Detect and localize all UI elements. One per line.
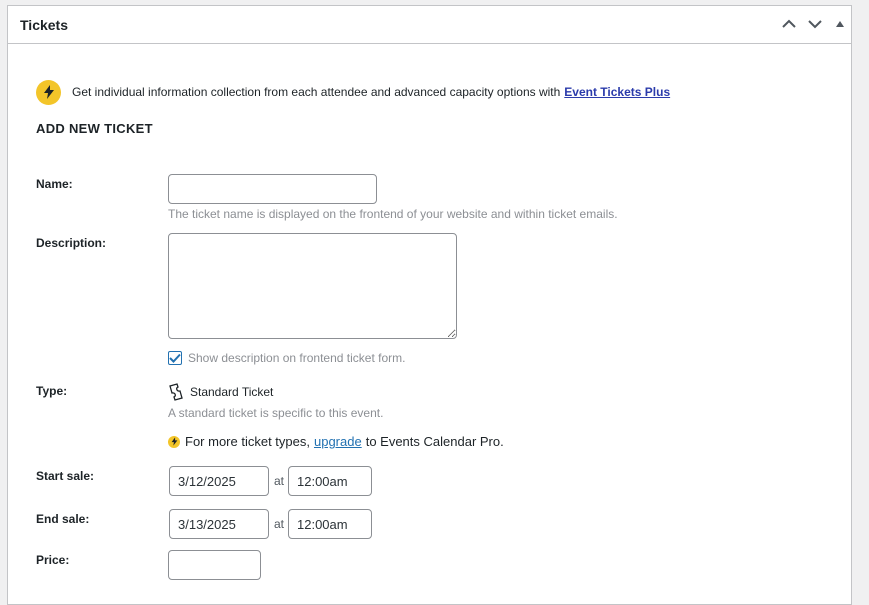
upgrade-link[interactable]: upgrade [314,434,362,449]
show-description-row: Show description on frontend ticket form… [168,351,405,365]
notice-text: Get individual information collection fr… [72,85,561,99]
move-up-button[interactable] [779,14,799,34]
ticket-type-name: Standard Ticket [190,385,274,399]
start-time-input[interactable] [288,466,372,496]
event-tickets-plus-link[interactable]: Event Tickets Plus [564,85,670,99]
upgrade-notice: Get individual information collection fr… [36,79,670,105]
start-sale-label: Start sale: [36,469,95,483]
show-description-checkbox[interactable] [168,351,182,365]
end-time-input[interactable] [288,509,372,539]
tickets-panel: Tickets Get individual information colle… [7,5,852,605]
small-lightning-icon [168,435,180,448]
upgrade-upsell: For more ticket types, upgrade to Events… [168,434,504,449]
start-date-input[interactable] [169,466,269,496]
end-date-input[interactable] [169,509,269,539]
description-label: Description: [36,236,107,250]
end-sale-label: End sale: [36,512,90,526]
ticket-icon [169,383,183,401]
price-label: Price: [36,553,70,567]
move-down-button[interactable] [805,14,825,34]
show-description-label: Show description on frontend ticket form… [188,351,406,365]
panel-title: Tickets [20,17,68,33]
checkmark-icon [169,353,181,363]
ticket-type-help: A standard ticket is specific to this ev… [168,406,384,420]
description-textarea[interactable] [168,233,457,339]
name-label: Name: [36,177,73,191]
name-help: The ticket name is displayed on the fron… [168,207,618,221]
ticket-type-option: Standard Ticket [168,383,273,401]
chevron-down-icon [808,20,822,29]
type-label: Type: [36,384,68,398]
upsell-prefix: For more ticket types, [185,434,310,449]
triangle-up-icon [836,21,844,27]
name-input[interactable] [168,174,377,204]
toggle-panel-button[interactable] [830,14,850,34]
lightning-icon [36,79,61,105]
section-title: ADD NEW TICKET [36,121,153,136]
price-input[interactable] [168,550,261,580]
upsell-suffix: to Events Calendar Pro. [365,434,504,449]
start-at-label: at [274,474,285,488]
panel-header: Tickets [8,6,851,44]
end-at-label: at [274,517,285,531]
chevron-up-icon [782,19,796,28]
